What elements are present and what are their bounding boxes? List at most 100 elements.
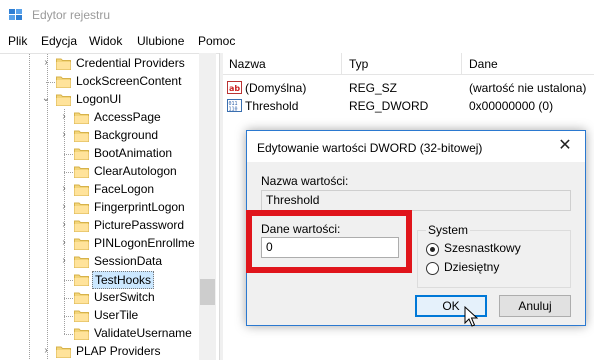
tree-item[interactable]: › PLAP Providers [0,343,200,360]
tree-item-label[interactable]: LogonUI [74,91,123,109]
tree-item[interactable]: › Background [0,127,200,145]
value-data: 0x00000000 (0) [469,99,554,113]
radio-hexadecimal-label[interactable]: Szesnastkowy [444,241,521,255]
radio-decimal-label[interactable]: Dziesiętny [444,260,499,274]
column-data[interactable]: Dane [469,57,498,71]
tree-item[interactable]: › Credential Providers [0,55,200,73]
menu-favorites[interactable]: Ulubione [137,34,184,48]
tree-item[interactable]: › FaceLogon [0,181,200,199]
tree-item-label[interactable]: FingerprintLogon [92,199,187,217]
tree-item-label[interactable]: TestHooks [92,271,155,289]
value-row-threshold[interactable]: 011 110 Threshold REG_DWORD 0x00000000 (… [223,97,594,115]
value-data: (wartość nie ustalona) [469,81,587,95]
folder-icon [74,130,89,142]
system-groupbox: System Szesnastkowy Dziesiętny [417,223,571,288]
cancel-button[interactable]: Anuluj [499,295,571,317]
folder-icon [56,58,71,70]
chevron-right-icon[interactable]: › [58,219,70,231]
menu-edit[interactable]: Edycja [41,34,77,48]
tree-item-label[interactable]: ClearAutologon [92,163,179,181]
tree-item[interactable]: ValidateUsername [0,325,200,343]
svg-text:ab: ab [229,84,240,93]
dword-value-icon: 011 110 [227,99,242,112]
chevron-right-icon[interactable]: › [58,255,70,267]
tree-item-label[interactable]: ValidateUsername [92,325,194,343]
tree-item-label[interactable]: FaceLogon [92,181,156,199]
title-bar: Edytor rejestru [0,0,594,31]
chevron-right-icon[interactable]: › [58,111,70,123]
tree-item[interactable]: UserSwitch [0,289,200,307]
tree-item-label[interactable]: PLAP Providers [74,343,163,360]
value-name-label: Nazwa wartości: [261,174,349,188]
tree-item-label[interactable]: UserSwitch [92,289,157,307]
tree-guide-line [64,298,73,299]
tree-guide-line [64,316,73,317]
tree-item[interactable]: › SessionData [0,253,200,271]
folder-icon [74,310,89,322]
dialog-title: Edytowanie wartości DWORD (32-bitowej) [257,141,483,155]
tree-item[interactable]: UserTile [0,307,200,325]
folder-icon [56,76,71,88]
string-value-icon: ab [227,81,242,94]
chevron-right-icon[interactable]: › [40,57,52,69]
registry-editor-icon [9,9,22,20]
tree-item-label[interactable]: Background [92,127,160,145]
folder-icon [74,274,89,286]
folder-icon [74,292,89,304]
folder-icon [74,328,89,340]
radio-hexadecimal[interactable] [426,243,439,256]
folder-icon [56,346,71,358]
column-type[interactable]: Typ [349,57,368,71]
list-header: Nazwa Typ Dane [223,53,594,75]
folder-icon [74,166,89,178]
tree-item-label[interactable]: BootAnimation [92,145,174,163]
tree-item[interactable]: BootAnimation [0,145,200,163]
tree-item-label[interactable]: UserTile [92,307,140,325]
tree-scrollbar-thumb[interactable] [200,279,215,305]
chevron-right-icon[interactable]: › [58,129,70,141]
value-row-default[interactable]: ab (Domyślna) REG_SZ (wartość nie ustalo… [223,79,594,97]
tree-item-label[interactable]: SessionData [92,253,164,271]
column-name[interactable]: Nazwa [229,57,266,71]
folder-icon [74,184,89,196]
chevron-right-icon[interactable]: › [58,183,70,195]
tree-guide-line [64,154,73,155]
tree-item-label[interactable]: PicturePassword [92,217,186,235]
value-type: REG_SZ [349,81,398,95]
window-title: Edytor rejestru [32,8,111,22]
tree-guide-line [46,82,55,83]
tree-item[interactable]: › FingerprintLogon [0,199,200,217]
tree-item[interactable]: › PINLogonEnrollme [0,235,200,253]
highlight-annotation [246,210,412,273]
tree-guide-line [64,280,73,281]
tree-scrollbar[interactable] [199,53,216,360]
tree-item-label[interactable]: PINLogonEnrollme [92,235,197,253]
folder-icon [74,148,89,160]
column-divider[interactable] [341,53,342,75]
close-icon[interactable]: ✕ [551,135,579,157]
menu-help[interactable]: Pomoc [198,34,235,48]
tree-item[interactable]: TestHooks [0,271,200,289]
tree-guide-line [64,172,73,173]
menu-file[interactable]: Plik [8,34,27,48]
tree-item[interactable]: › PicturePassword [0,217,200,235]
tree-item[interactable]: ⌄ LogonUI [0,91,200,109]
folder-icon [74,202,89,214]
value-type: REG_DWORD [349,99,429,113]
chevron-down-icon[interactable]: ⌄ [40,93,52,105]
tree-item[interactable]: ClearAutologon [0,163,200,181]
chevron-right-icon[interactable]: › [40,345,52,357]
system-label: System [426,223,471,237]
radio-decimal[interactable] [426,262,439,275]
tree-item-label[interactable]: AccessPage [92,109,163,127]
tree-item[interactable]: LockScreenContent [0,73,200,91]
menu-view[interactable]: Widok [89,34,122,48]
tree-item-label[interactable]: LockScreenContent [74,73,183,91]
chevron-right-icon[interactable]: › [58,201,70,213]
column-divider[interactable] [461,53,462,75]
registry-key-tree[interactable]: › Credential Providers LockScreenContent ⌄ L… [0,53,220,360]
tree-item[interactable]: › AccessPage [0,109,200,127]
chevron-right-icon[interactable]: › [58,237,70,249]
tree-item-label[interactable]: Credential Providers [74,55,187,73]
folder-icon [74,112,89,124]
